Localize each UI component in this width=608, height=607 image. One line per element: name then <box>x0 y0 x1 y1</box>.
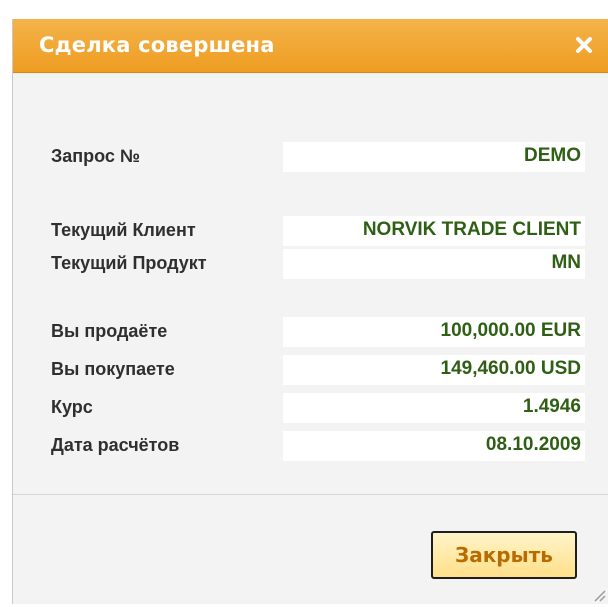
close-button[interactable]: Закрыть <box>431 531 577 579</box>
resize-grip-icon[interactable] <box>592 588 606 602</box>
rate-label: Курс <box>51 397 93 417</box>
dialog-footer: Закрыть <box>13 495 608 604</box>
client-label: Текущий Клиент <box>51 220 196 240</box>
request-row: Запрос № DEMO <box>13 142 608 172</box>
buy-label: Вы покупаете <box>51 359 175 379</box>
dialog-title: Сделка совершена <box>39 33 275 57</box>
buy-value: 149,460.00 USD <box>283 355 585 385</box>
close-icon[interactable] <box>571 32 597 58</box>
rate-value: 1.4946 <box>283 393 585 423</box>
settlement-date-label: Дата расчётов <box>51 435 180 455</box>
settlement-date-value: 08.10.2009 <box>283 431 585 461</box>
client-value: NORVIK TRADE CLIENT <box>283 216 585 246</box>
rate-row: Курс 1.4946 <box>13 393 608 423</box>
settlement-date-row: Дата расчётов 08.10.2009 <box>13 431 608 461</box>
client-row: Текущий Клиент NORVIK TRADE CLIENT <box>13 216 608 246</box>
product-label: Текущий Продукт <box>51 253 207 273</box>
buy-row: Вы покупаете 149,460.00 USD <box>13 355 608 385</box>
sell-value: 100,000.00 EUR <box>283 317 585 347</box>
deal-dialog: Сделка совершена Запрос № DEMO Текущий К… <box>12 19 608 604</box>
request-label: Запрос № <box>51 146 140 166</box>
sell-label: Вы продаёте <box>51 321 168 341</box>
product-value: MN <box>283 249 585 279</box>
dialog-titlebar[interactable]: Сделка совершена <box>13 19 608 73</box>
sell-row: Вы продаёте 100,000.00 EUR <box>13 317 608 347</box>
product-row: Текущий Продукт MN <box>13 249 608 279</box>
request-value: DEMO <box>283 142 585 172</box>
deal-details: Запрос № DEMO Текущий Клиент NORVIK TRAD… <box>13 73 608 495</box>
